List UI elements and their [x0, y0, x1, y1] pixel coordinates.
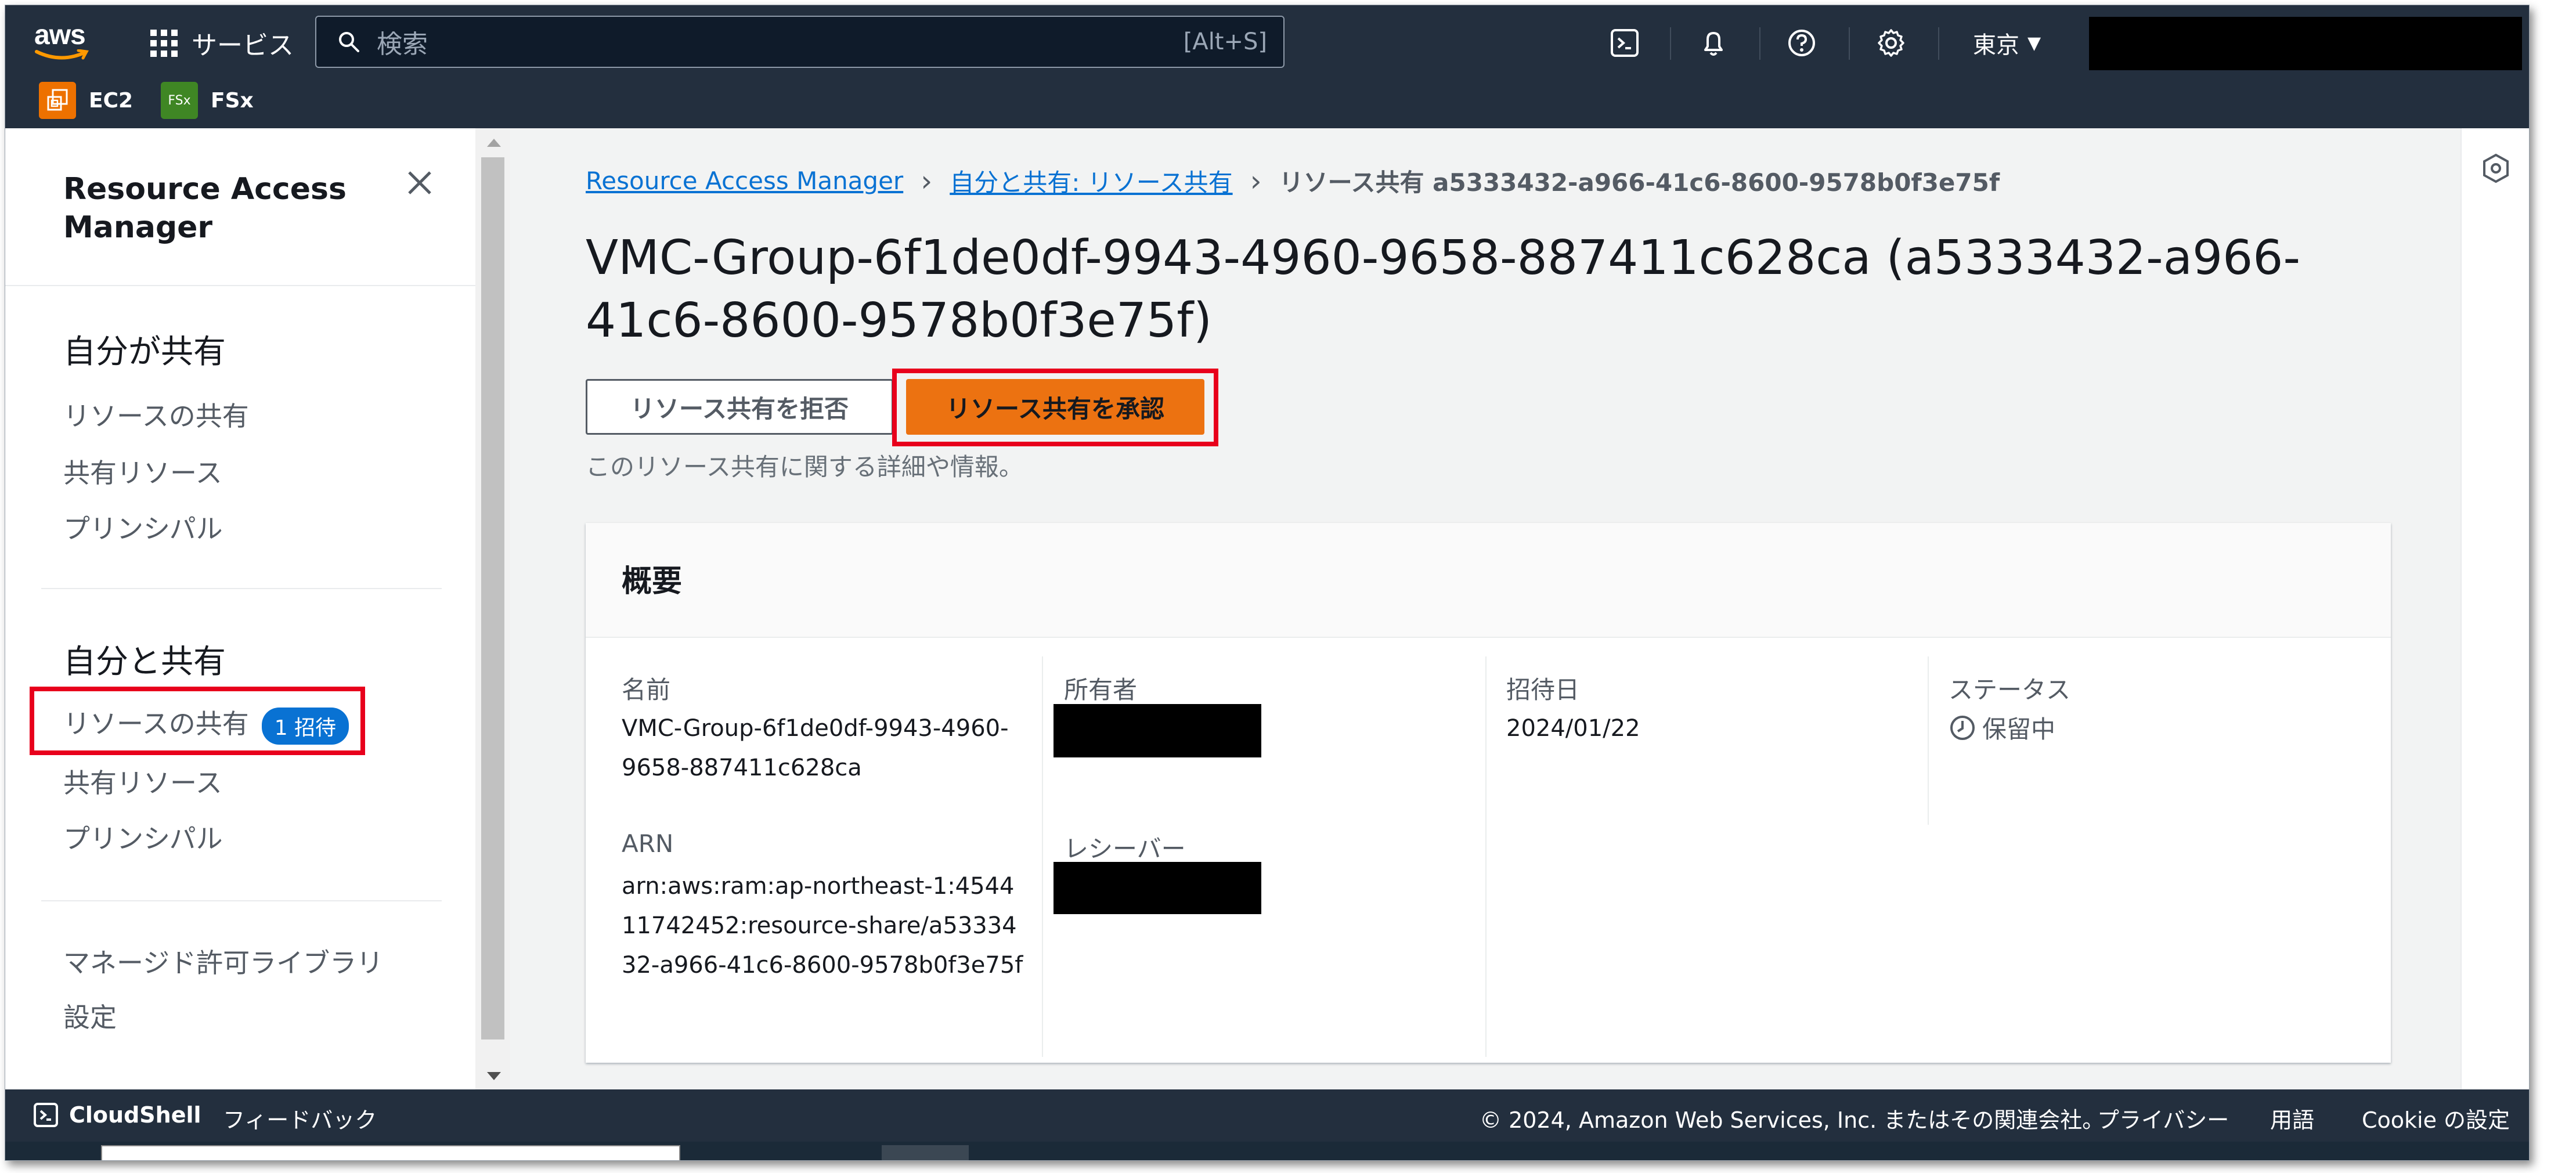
sidebar-item-shared-resources-with-me[interactable]: 共有リソース — [63, 762, 222, 800]
column-divider — [1485, 656, 1487, 1057]
region-selector[interactable]: 東京 ▼ — [1973, 26, 2041, 60]
taskbar-item[interactable] — [882, 1145, 969, 1160]
status-label: ステータス — [1949, 676, 2071, 704]
nav-divider — [1849, 27, 1850, 60]
arn-label: ARN — [622, 829, 674, 858]
browser-window: aws サービス 検索 [Alt+S] 東京 ▼ EC2 FSx FSx Res… — [5, 5, 2530, 1161]
aws-logo[interactable]: aws — [28, 19, 104, 61]
chevron-right-icon: › — [1250, 164, 1262, 198]
reject-share-button[interactable]: リソース共有を拒否 — [586, 379, 893, 435]
page-title: VMC-Group-6f1de0df-9943-4960-9658-887411… — [586, 230, 2301, 348]
sidenav-divider — [41, 588, 442, 589]
top-navigation: aws サービス 検索 [Alt+S] 東京 ▼ EC2 FSx FSx — [5, 5, 2529, 128]
taskbar-window[interactable] — [101, 1145, 680, 1160]
cloudshell-icon[interactable] — [1604, 23, 1645, 63]
region-label: 東京 — [1973, 32, 2019, 59]
sidebar-item-settings[interactable]: 設定 — [63, 997, 117, 1035]
feedback-link[interactable]: フィードバック — [223, 1102, 377, 1134]
grid-icon — [150, 29, 178, 57]
favorite-fsx[interactable]: FSx FSx — [161, 82, 254, 119]
summary-header: 概要 — [586, 523, 2391, 638]
status-badge: 保留中 — [1949, 710, 2055, 745]
status-value: 保留中 — [1982, 715, 2056, 743]
window-edge — [2528, 5, 2546, 1160]
breadcrumb-link-shared-with-me[interactable]: 自分と共有: リソース共有 — [950, 163, 1232, 198]
close-icon[interactable] — [406, 169, 434, 197]
nav-divider — [1759, 27, 1760, 60]
summary-panel: 概要 名前 VMC-Group-6f1de0df-9943-4960-9658-… — [586, 523, 2391, 1063]
page-description: このリソース共有に関する詳細や情報。 — [586, 453, 1023, 481]
breadcrumb: Resource Access Manager › 自分と共有: リソース共有 … — [586, 163, 2000, 198]
sidebar-item-my-principals[interactable]: プリンシパル — [63, 508, 223, 546]
main-content: Resource Access Manager › 自分と共有: リソース共有 … — [510, 128, 2466, 1095]
fsx-icon: FSx — [161, 82, 198, 119]
scrollbar-thumb[interactable] — [481, 157, 504, 1040]
terms-link[interactable]: 用語 — [2270, 1102, 2314, 1134]
cookie-settings-link[interactable]: Cookie の設定 — [2362, 1102, 2510, 1134]
breadcrumb-link-ram[interactable]: Resource Access Manager — [586, 167, 903, 195]
owner-redacted — [1054, 704, 1261, 757]
breadcrumb-current: リソース共有 a5333432-a966-41c6-8600-9578b0f3e… — [1279, 168, 2000, 197]
aws-logo-text: aws — [34, 20, 86, 50]
section-heading-shared-by-me: 自分が共有 — [63, 333, 226, 371]
chevron-right-icon: › — [921, 164, 933, 198]
aws-smile-icon — [35, 49, 89, 60]
sidenav-divider — [41, 900, 442, 901]
footer: CloudShell フィードバック © 2024, Amazon Web Se… — [5, 1089, 2529, 1142]
search-placeholder: 検索 — [377, 30, 428, 59]
search-icon — [339, 32, 359, 52]
search-shortcut: [Alt+S] — [1183, 28, 1267, 55]
favorite-fsx-label: FSx — [211, 88, 254, 113]
column-divider — [1042, 656, 1043, 1057]
invited-date-label: 招待日 — [1506, 676, 1580, 704]
search-input[interactable]: 検索 [Alt+S] — [315, 16, 1285, 68]
ec2-icon — [39, 82, 76, 119]
sidenav-scrollbar[interactable] — [475, 128, 510, 1095]
caret-down-icon: ▼ — [2027, 33, 2041, 53]
clock-icon — [1950, 715, 1975, 740]
sidenav-divider — [5, 285, 475, 286]
section-heading-shared-with-me: 自分と共有 — [63, 643, 226, 681]
cloudshell-icon — [34, 1103, 58, 1127]
invited-date-value: 2024/01/22 — [1506, 715, 1640, 742]
privacy-link[interactable]: プライバシー — [2097, 1102, 2229, 1134]
highlight-box — [892, 369, 1218, 446]
scroll-down-arrow-icon[interactable] — [487, 1072, 501, 1080]
name-value: VMC-Group-6f1de0df-9943-4960-9658-887411… — [622, 715, 1009, 781]
copyright-text: © 2024, Amazon Web Services, Inc. またはその関… — [1480, 1107, 2105, 1133]
favorite-ec2-label: EC2 — [89, 88, 134, 113]
nav-divider — [1670, 27, 1671, 60]
taskbar — [5, 1142, 2529, 1160]
arn-value: arn:aws:ram:ap-northeast-1:454411742452:… — [622, 873, 1023, 979]
right-tools-rail — [2460, 128, 2529, 1095]
side-navigation: Resource Access Manager 自分が共有 リソースの共有 共有… — [5, 128, 475, 1095]
nav-divider — [1938, 27, 1939, 60]
name-label: 名前 — [622, 676, 671, 704]
gear-icon[interactable] — [1871, 23, 1911, 63]
sidebar-item-my-shared-resources[interactable]: 共有リソース — [63, 452, 222, 490]
column-divider — [1928, 656, 1929, 825]
summary-title: 概要 — [622, 564, 683, 599]
receiver-label: レシーバー — [1064, 835, 1186, 863]
sidebar-item-my-resource-shares[interactable]: リソースの共有 — [63, 395, 249, 434]
highlight-box — [30, 687, 365, 755]
sidebar-item-managed-permissions[interactable]: マネージド許可ライブラリ — [63, 942, 383, 980]
favorite-ec2[interactable]: EC2 — [39, 82, 133, 119]
cloudshell-label: CloudShell — [69, 1102, 201, 1128]
services-menu-button[interactable]: サービス — [150, 23, 294, 63]
bell-icon[interactable] — [1693, 23, 1734, 63]
help-icon[interactable] — [1781, 23, 1822, 63]
cloudshell-button[interactable]: CloudShell — [33, 1102, 201, 1128]
receiver-redacted — [1054, 862, 1261, 914]
owner-label: 所有者 — [1064, 676, 1138, 704]
services-label: サービス — [192, 31, 294, 60]
account-menu-redacted[interactable] — [2089, 17, 2522, 70]
sidebar-item-principals-with-me[interactable]: プリンシパル — [63, 818, 223, 856]
info-panel-icon[interactable] — [2481, 153, 2510, 184]
scroll-up-arrow-icon[interactable] — [487, 139, 501, 147]
